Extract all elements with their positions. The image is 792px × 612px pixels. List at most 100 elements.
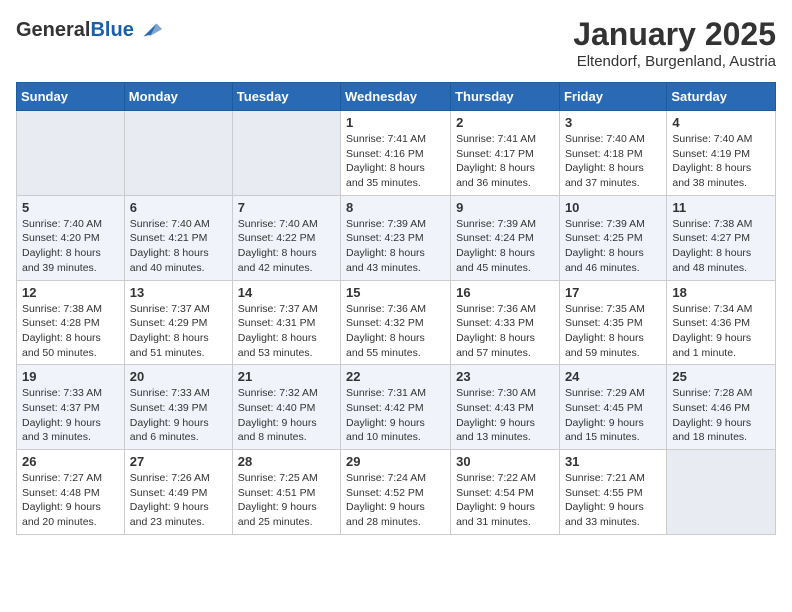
weekday-header-row: SundayMondayTuesdayWednesdayThursdayFrid…	[17, 83, 776, 111]
day-number: 3	[565, 115, 661, 130]
calendar-cell: 29 Sunrise: 7:24 AM Sunset: 4:52 PM Dayli…	[341, 450, 451, 535]
day-number: 26	[22, 454, 119, 469]
day-number: 29	[346, 454, 445, 469]
day-info: Sunrise: 7:36 AM Sunset: 4:32 PM Dayligh…	[346, 302, 445, 361]
weekday-header: Monday	[124, 83, 232, 111]
day-number: 8	[346, 200, 445, 215]
calendar-cell: 19Sunrise: 7:33 AM Sunset: 4:37 PM Dayli…	[17, 365, 125, 450]
logo-general-text: General	[16, 19, 90, 41]
weekday-header: Thursday	[451, 83, 560, 111]
calendar-cell: 21 Sunrise: 7:32 AM Sunset: 4:40 PM Dayli…	[232, 365, 340, 450]
calendar-week-row: 19Sunrise: 7:33 AM Sunset: 4:37 PM Dayli…	[17, 365, 776, 450]
day-info: Sunrise: 7:38 AM Sunset: 4:27 PM Dayligh…	[672, 217, 770, 276]
day-number: 13	[130, 285, 227, 300]
day-number: 30	[456, 454, 554, 469]
location-title: Eltendorf, Burgenland, Austria	[573, 53, 776, 70]
calendar-cell: 30Sunrise: 7:22 AM Sunset: 4:54 PM Dayli…	[451, 450, 560, 535]
calendar-cell: 12Sunrise: 7:38 AM Sunset: 4:28 PM Dayli…	[17, 280, 125, 365]
day-number: 18	[672, 285, 770, 300]
calendar-cell: 6 Sunrise: 7:40 AM Sunset: 4:21 PM Daylig…	[124, 195, 232, 280]
day-info: Sunrise: 7:40 AM Sunset: 4:18 PM Dayligh…	[565, 132, 661, 191]
weekday-header: Saturday	[667, 83, 776, 111]
day-info: Sunrise: 7:40 AM Sunset: 4:20 PM Dayligh…	[22, 217, 119, 276]
logo-blue-text: Blue	[90, 19, 133, 41]
day-number: 10	[565, 200, 661, 215]
calendar-week-row: 5 Sunrise: 7:40 AM Sunset: 4:20 PM Daylig…	[17, 195, 776, 280]
day-number: 9	[456, 200, 554, 215]
calendar-cell	[667, 450, 776, 535]
day-info: Sunrise: 7:38 AM Sunset: 4:28 PM Dayligh…	[22, 302, 119, 361]
day-info: Sunrise: 7:40 AM Sunset: 4:21 PM Dayligh…	[130, 217, 227, 276]
day-info: Sunrise: 7:33 AM Sunset: 4:37 PM Dayligh…	[22, 386, 119, 445]
calendar-cell: 15 Sunrise: 7:36 AM Sunset: 4:32 PM Dayli…	[341, 280, 451, 365]
day-number: 5	[22, 200, 119, 215]
day-info: Sunrise: 7:41 AM Sunset: 4:16 PM Dayligh…	[346, 132, 445, 191]
calendar-cell: 25 Sunrise: 7:28 AM Sunset: 4:46 PM Dayli…	[667, 365, 776, 450]
day-number: 27	[130, 454, 227, 469]
day-info: Sunrise: 7:28 AM Sunset: 4:46 PM Dayligh…	[672, 386, 770, 445]
day-number: 17	[565, 285, 661, 300]
day-info: Sunrise: 7:37 AM Sunset: 4:31 PM Dayligh…	[238, 302, 335, 361]
calendar-cell: 3 Sunrise: 7:40 AM Sunset: 4:18 PM Daylig…	[559, 111, 666, 196]
day-info: Sunrise: 7:30 AM Sunset: 4:43 PM Dayligh…	[456, 386, 554, 445]
calendar-cell: 11Sunrise: 7:38 AM Sunset: 4:27 PM Dayli…	[667, 195, 776, 280]
weekday-header: Sunday	[17, 83, 125, 111]
month-title: January 2025	[573, 16, 776, 53]
title-block: January 2025 Eltendorf, Burgenland, Aust…	[573, 16, 776, 70]
day-info: Sunrise: 7:35 AM Sunset: 4:35 PM Dayligh…	[565, 302, 661, 361]
weekday-header: Friday	[559, 83, 666, 111]
day-number: 21	[238, 369, 335, 384]
calendar-cell: 10Sunrise: 7:39 AM Sunset: 4:25 PM Dayli…	[559, 195, 666, 280]
calendar-cell: 14Sunrise: 7:37 AM Sunset: 4:31 PM Dayli…	[232, 280, 340, 365]
calendar-cell: 4 Sunrise: 7:40 AM Sunset: 4:19 PM Daylig…	[667, 111, 776, 196]
day-number: 24	[565, 369, 661, 384]
calendar-cell: 17 Sunrise: 7:35 AM Sunset: 4:35 PM Dayli…	[559, 280, 666, 365]
logo: GeneralBlue	[16, 16, 164, 44]
day-info: Sunrise: 7:24 AM Sunset: 4:52 PM Dayligh…	[346, 471, 445, 530]
calendar-cell: 27 Sunrise: 7:26 AM Sunset: 4:49 PM Dayli…	[124, 450, 232, 535]
calendar-cell: 28 Sunrise: 7:25 AM Sunset: 4:51 PM Dayli…	[232, 450, 340, 535]
day-info: Sunrise: 7:31 AM Sunset: 4:42 PM Dayligh…	[346, 386, 445, 445]
day-number: 23	[456, 369, 554, 384]
calendar-cell: 23 Sunrise: 7:30 AM Sunset: 4:43 PM Dayli…	[451, 365, 560, 450]
calendar-cell: 18 Sunrise: 7:34 AM Sunset: 4:36 PM Dayli…	[667, 280, 776, 365]
day-info: Sunrise: 7:29 AM Sunset: 4:45 PM Dayligh…	[565, 386, 661, 445]
day-info: Sunrise: 7:36 AM Sunset: 4:33 PM Dayligh…	[456, 302, 554, 361]
day-number: 4	[672, 115, 770, 130]
day-number: 22	[346, 369, 445, 384]
day-info: Sunrise: 7:27 AM Sunset: 4:48 PM Dayligh…	[22, 471, 119, 530]
day-info: Sunrise: 7:39 AM Sunset: 4:23 PM Dayligh…	[346, 217, 445, 276]
calendar-cell: 13 Sunrise: 7:37 AM Sunset: 4:29 PM Dayli…	[124, 280, 232, 365]
day-info: Sunrise: 7:41 AM Sunset: 4:17 PM Dayligh…	[456, 132, 554, 191]
day-number: 6	[130, 200, 227, 215]
day-info: Sunrise: 7:26 AM Sunset: 4:49 PM Dayligh…	[130, 471, 227, 530]
calendar-cell	[17, 111, 125, 196]
day-info: Sunrise: 7:40 AM Sunset: 4:22 PM Dayligh…	[238, 217, 335, 276]
calendar-cell: 26 Sunrise: 7:27 AM Sunset: 4:48 PM Dayli…	[17, 450, 125, 535]
day-info: Sunrise: 7:25 AM Sunset: 4:51 PM Dayligh…	[238, 471, 335, 530]
calendar-cell: 1Sunrise: 7:41 AM Sunset: 4:16 PM Daylig…	[341, 111, 451, 196]
day-info: Sunrise: 7:34 AM Sunset: 4:36 PM Dayligh…	[672, 302, 770, 361]
calendar-cell: 22 Sunrise: 7:31 AM Sunset: 4:42 PM Dayli…	[341, 365, 451, 450]
calendar-cell: 2 Sunrise: 7:41 AM Sunset: 4:17 PM Daylig…	[451, 111, 560, 196]
day-number: 20	[130, 369, 227, 384]
day-number: 2	[456, 115, 554, 130]
calendar-cell: 16 Sunrise: 7:36 AM Sunset: 4:33 PM Dayli…	[451, 280, 560, 365]
day-number: 28	[238, 454, 335, 469]
calendar-table: SundayMondayTuesdayWednesdayThursdayFrid…	[16, 82, 776, 535]
day-number: 15	[346, 285, 445, 300]
day-info: Sunrise: 7:37 AM Sunset: 4:29 PM Dayligh…	[130, 302, 227, 361]
day-number: 31	[565, 454, 661, 469]
weekday-header: Wednesday	[341, 83, 451, 111]
calendar-cell: 31 Sunrise: 7:21 AM Sunset: 4:55 PM Dayli…	[559, 450, 666, 535]
day-info: Sunrise: 7:39 AM Sunset: 4:24 PM Dayligh…	[456, 217, 554, 276]
calendar-week-row: 26 Sunrise: 7:27 AM Sunset: 4:48 PM Dayli…	[17, 450, 776, 535]
logo-icon	[136, 16, 164, 44]
weekday-header: Tuesday	[232, 83, 340, 111]
day-info: Sunrise: 7:32 AM Sunset: 4:40 PM Dayligh…	[238, 386, 335, 445]
day-number: 25	[672, 369, 770, 384]
day-info: Sunrise: 7:21 AM Sunset: 4:55 PM Dayligh…	[565, 471, 661, 530]
day-number: 16	[456, 285, 554, 300]
calendar-cell	[232, 111, 340, 196]
day-info: Sunrise: 7:40 AM Sunset: 4:19 PM Dayligh…	[672, 132, 770, 191]
